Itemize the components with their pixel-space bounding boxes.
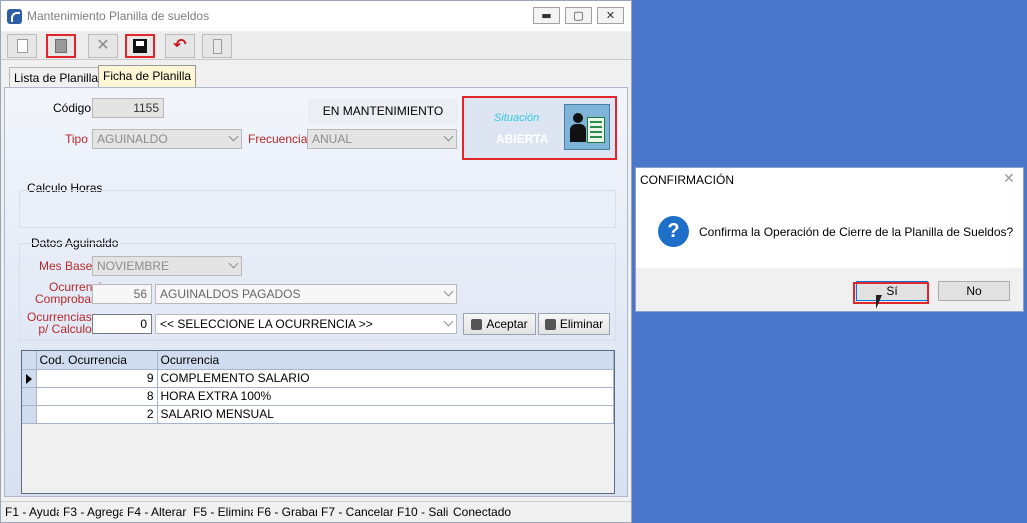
codigo-field[interactable]: 1155 <box>92 98 164 118</box>
grid-header-indicator <box>22 351 37 370</box>
status-f1: F1 - Ayuda <box>5 505 59 519</box>
minimize-button[interactable]: ▬ <box>533 7 560 24</box>
eliminar-button[interactable]: Eliminar <box>538 313 610 335</box>
aceptar-label: Aceptar <box>486 317 528 331</box>
exit-button[interactable] <box>202 34 232 58</box>
row-pointer-icon <box>26 373 32 384</box>
status-connection: Conectado <box>453 505 512 519</box>
no-button[interactable]: No <box>938 281 1010 301</box>
table-row[interactable]: 2 SALARIO MENSUAL <box>22 405 614 424</box>
undo-icon: ↶ <box>173 37 187 54</box>
ocurrencia-comprobante-value: AGUINALDOS PAGADOS <box>160 287 301 301</box>
save-icon <box>133 39 147 53</box>
accept-icon <box>471 318 483 330</box>
status-bar: F1 - Ayuda F3 - Agregar F4 - Alterar F5 … <box>1 501 631 522</box>
mes-base-label: Mes Base <box>39 259 93 273</box>
grid-cell-code[interactable]: 8 <box>36 387 158 406</box>
situacion-label: Situación <box>494 112 540 124</box>
edit-button[interactable] <box>46 34 76 58</box>
delete-icon: ✕ <box>96 37 110 54</box>
status-f6: F6 - Grabar <box>257 505 317 519</box>
ocurrencias-calculo-label: Ocurrencias p/ Calculo <box>27 311 92 335</box>
frecuencia-select[interactable]: ANUAL <box>307 129 457 149</box>
ocurrencia-comprobante-select[interactable]: AGUINALDOS PAGADOS <box>155 284 457 304</box>
grid-col-cod-ocurrencia[interactable]: Cod. Ocurrencia <box>36 351 158 370</box>
chevron-down-icon <box>443 316 454 327</box>
app-icon <box>7 9 22 24</box>
exit-icon <box>212 38 222 54</box>
frecuencia-label: Frecuencia <box>248 132 308 146</box>
tipo-value: AGUINALDO <box>97 132 168 146</box>
undo-button[interactable]: ↶ <box>165 34 195 58</box>
close-button[interactable]: ✕ <box>597 7 624 24</box>
status-f7: F7 - Cancelar <box>321 505 393 519</box>
window-title: Mantenimiento Planilla de sueldos <box>27 9 210 23</box>
status-f5: F5 - Eliminar <box>193 505 253 519</box>
grid-cell-name[interactable]: COMPLEMENTO SALARIO <box>157 369 614 388</box>
grid-cell-code[interactable]: 9 <box>36 369 158 388</box>
status-f10: F10 - Salir <box>397 505 448 519</box>
chevron-down-icon <box>443 286 454 297</box>
chevron-down-icon <box>443 131 454 142</box>
eliminar-label: Eliminar <box>559 317 604 331</box>
chevron-down-icon <box>228 131 239 142</box>
save-button[interactable] <box>125 34 155 58</box>
form-panel: Código 1155 EN MANTENIMIENTO Tipo AGUINA… <box>4 87 628 497</box>
grid-col-ocurrencia[interactable]: Ocurrencia <box>157 351 614 370</box>
delete-button[interactable]: ✕ <box>88 34 118 58</box>
tipo-label: Tipo <box>65 132 88 146</box>
question-icon: ? <box>658 216 689 247</box>
row-indicator <box>22 369 37 388</box>
table-row[interactable]: 9 COMPLEMENTO SALARIO <box>22 369 614 388</box>
yes-highlight <box>853 282 929 304</box>
status-f3: F3 - Agregar <box>63 505 123 519</box>
ocurrencias-calculo-label-line2: p/ Calculo <box>38 322 92 336</box>
payroll-sheet-icon[interactable] <box>564 104 610 150</box>
new-button[interactable] <box>7 34 37 58</box>
chevron-down-icon <box>228 258 239 269</box>
mes-base-value: NOVIEMBRE <box>97 259 170 273</box>
ocurrencias-calculo-code[interactable]: 0 <box>92 314 152 334</box>
grid-cell-code[interactable]: 2 <box>36 405 158 424</box>
new-icon <box>16 39 28 53</box>
ocurrencias-grid: Cod. Ocurrencia Ocurrencia 9 COMPLEMENTO… <box>21 350 615 494</box>
dialog-close-icon[interactable]: ✕ <box>1003 171 1015 187</box>
maximize-button[interactable]: ▢ <box>565 7 592 24</box>
row-indicator <box>22 405 37 424</box>
grid-cell-name[interactable]: HORA EXTRA 100% <box>157 387 614 406</box>
calculo-horas-group <box>19 190 616 228</box>
main-window: Mantenimiento Planilla de sueldos ▬ ▢ ✕ … <box>0 0 632 523</box>
tab-lista-planillas[interactable]: Lista de Planillas <box>9 67 110 87</box>
aceptar-button[interactable]: Aceptar <box>463 313 536 335</box>
frecuencia-value: ANUAL <box>312 132 353 146</box>
status-f4: F4 - Alterar <box>127 505 187 519</box>
table-row[interactable]: 8 HORA EXTRA 100% <box>22 387 614 406</box>
confirm-dialog: CONFIRMACIÓN ✕ ? Confirma la Operación d… <box>635 167 1024 312</box>
situacion-value: ABIERTA <box>496 132 549 146</box>
ocurrencias-calculo-value: << SELECCIONE LA OCURRENCIA >> <box>160 317 373 331</box>
ocurrencias-calculo-select[interactable]: << SELECCIONE LA OCURRENCIA >> <box>155 314 457 334</box>
remove-icon <box>544 318 556 330</box>
toolbar: ✕ ↶ <box>1 32 631 60</box>
status-label: EN MANTENIMIENTO <box>308 98 458 124</box>
mes-base-select[interactable]: NOVIEMBRE <box>92 256 242 276</box>
situacion-box: Situación ABIERTA <box>462 96 617 160</box>
dialog-footer: Sí No <box>636 268 1023 311</box>
edit-icon <box>55 39 67 53</box>
grid-cell-name[interactable]: SALARIO MENSUAL <box>157 405 614 424</box>
codigo-label: Código <box>53 101 92 115</box>
tipo-select[interactable]: AGUINALDO <box>92 129 242 149</box>
tab-ficha-planilla[interactable]: Ficha de Planilla <box>98 65 197 87</box>
dialog-title: CONFIRMACIÓN <box>640 173 734 187</box>
grid-header: Cod. Ocurrencia Ocurrencia <box>22 351 614 370</box>
title-bar[interactable]: Mantenimiento Planilla de sueldos ▬ ▢ ✕ <box>1 1 631 31</box>
mouse-cursor-icon <box>876 295 882 309</box>
ocurrencia-comprobante-code[interactable]: 56 <box>92 284 152 304</box>
row-indicator <box>22 387 37 406</box>
dialog-message: Confirma la Operación de Cierre de la Pl… <box>699 225 1014 239</box>
